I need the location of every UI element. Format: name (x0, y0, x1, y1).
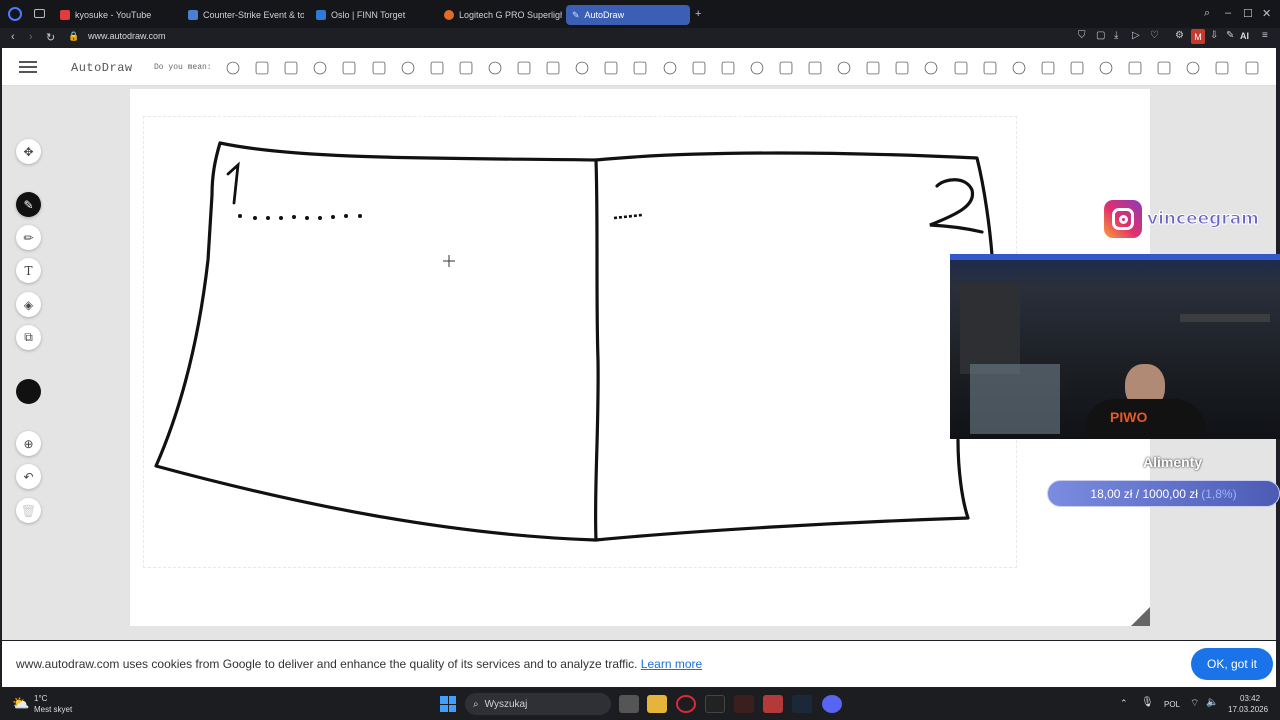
instagram-icon (1104, 200, 1142, 238)
undo-icon: ↶ (23, 469, 34, 484)
clock-date[interactable]: 17.03.2026 (1228, 705, 1268, 714)
clock-time[interactable]: 03:42 (1240, 694, 1260, 703)
move-tool-button[interactable]: ✥ (16, 139, 41, 164)
goal-current: 18,00 zł (1090, 486, 1133, 501)
number-one-mark (226, 161, 240, 205)
ok-got-it-button[interactable]: OK, got it (1191, 648, 1273, 680)
taskbar (0, 688, 1280, 720)
number-two-mark (929, 178, 984, 234)
discord-icon[interactable] (822, 695, 842, 713)
app-icon[interactable] (705, 695, 725, 713)
language-indicator[interactable]: POL (1164, 700, 1180, 709)
delete-button[interactable]: 🗑 (16, 498, 41, 523)
undo-button[interactable]: ↶ (16, 464, 41, 489)
fill-icon: ◈ (23, 297, 34, 312)
resize-corner-icon (1131, 607, 1150, 626)
box-outline-right (594, 151, 994, 542)
game-app-icon[interactable] (763, 695, 783, 713)
microphone-icon[interactable]: 🎙 (1141, 697, 1154, 708)
goal-separator: / (1135, 486, 1140, 501)
fill-tool-button[interactable]: ◈ (16, 292, 41, 317)
draw-tool-button[interactable]: ✏ (16, 225, 41, 250)
autodraw-tool-button[interactable]: ✎ (16, 192, 41, 217)
color-picker-button[interactable] (16, 379, 41, 404)
opera-taskbar-icon[interactable] (676, 695, 696, 713)
box-outline-left (154, 141, 598, 542)
task-view-icon[interactable] (619, 695, 639, 713)
search-icon: ⌕ (473, 698, 479, 710)
webcam-overlay: PIWO (950, 254, 1280, 439)
taskbar-search[interactable]: ⌕ Wyszukaj (465, 693, 611, 715)
dotted-line-right (613, 213, 643, 220)
learn-more-link[interactable]: Learn more (641, 657, 702, 671)
crosshair-cursor (443, 255, 455, 267)
file-explorer-icon[interactable] (647, 695, 667, 713)
zoom-icon: ⊕ (23, 436, 34, 451)
trash-icon: 🗑 (20, 503, 37, 518)
box-divider (593, 158, 600, 542)
search-placeholder: Wyszukaj (484, 698, 528, 710)
steam-icon[interactable] (792, 695, 812, 713)
instagram-overlay: vinceegram (1104, 200, 1259, 238)
goal-target: 1000,00 zł (1142, 486, 1198, 501)
cookie-text: www.autodraw.com uses cookies from Googl… (16, 657, 702, 671)
zoom-button[interactable]: ⊕ (16, 431, 41, 456)
shape-icon: ⧉ (24, 330, 33, 344)
goal-progress-bar: 18,00 zł / 1000,00 zł (1,8%) (1047, 480, 1280, 507)
shield-app-icon[interactable] (734, 695, 754, 713)
goal-title: Alimenty (1143, 454, 1203, 470)
tray-chevron-icon[interactable]: ⌃ (1120, 698, 1128, 709)
cookie-message: www.autodraw.com uses cookies from Googl… (16, 657, 638, 671)
dotted-line-left (238, 214, 362, 220)
weather-desc[interactable]: Mest skyet (34, 705, 72, 714)
draw-icon: ✏ (23, 230, 34, 245)
weather-icon[interactable]: ⛅ (12, 695, 29, 712)
instagram-handle: vinceegram (1147, 209, 1260, 230)
goal-percent: (1,8%) (1201, 486, 1237, 501)
weather-temp[interactable]: 1°C (34, 694, 47, 703)
move-icon: ✥ (23, 144, 34, 159)
type-icon: T (24, 263, 33, 278)
type-tool-button[interactable]: T (16, 258, 41, 283)
autodraw-icon: ✎ (23, 197, 34, 212)
volume-icon[interactable]: 🔈 (1206, 697, 1218, 708)
windows-start-icon[interactable] (440, 696, 456, 712)
shape-tool-button[interactable]: ⧉ (16, 325, 41, 350)
wifi-icon[interactable]: ⌔ (1190, 697, 1199, 710)
